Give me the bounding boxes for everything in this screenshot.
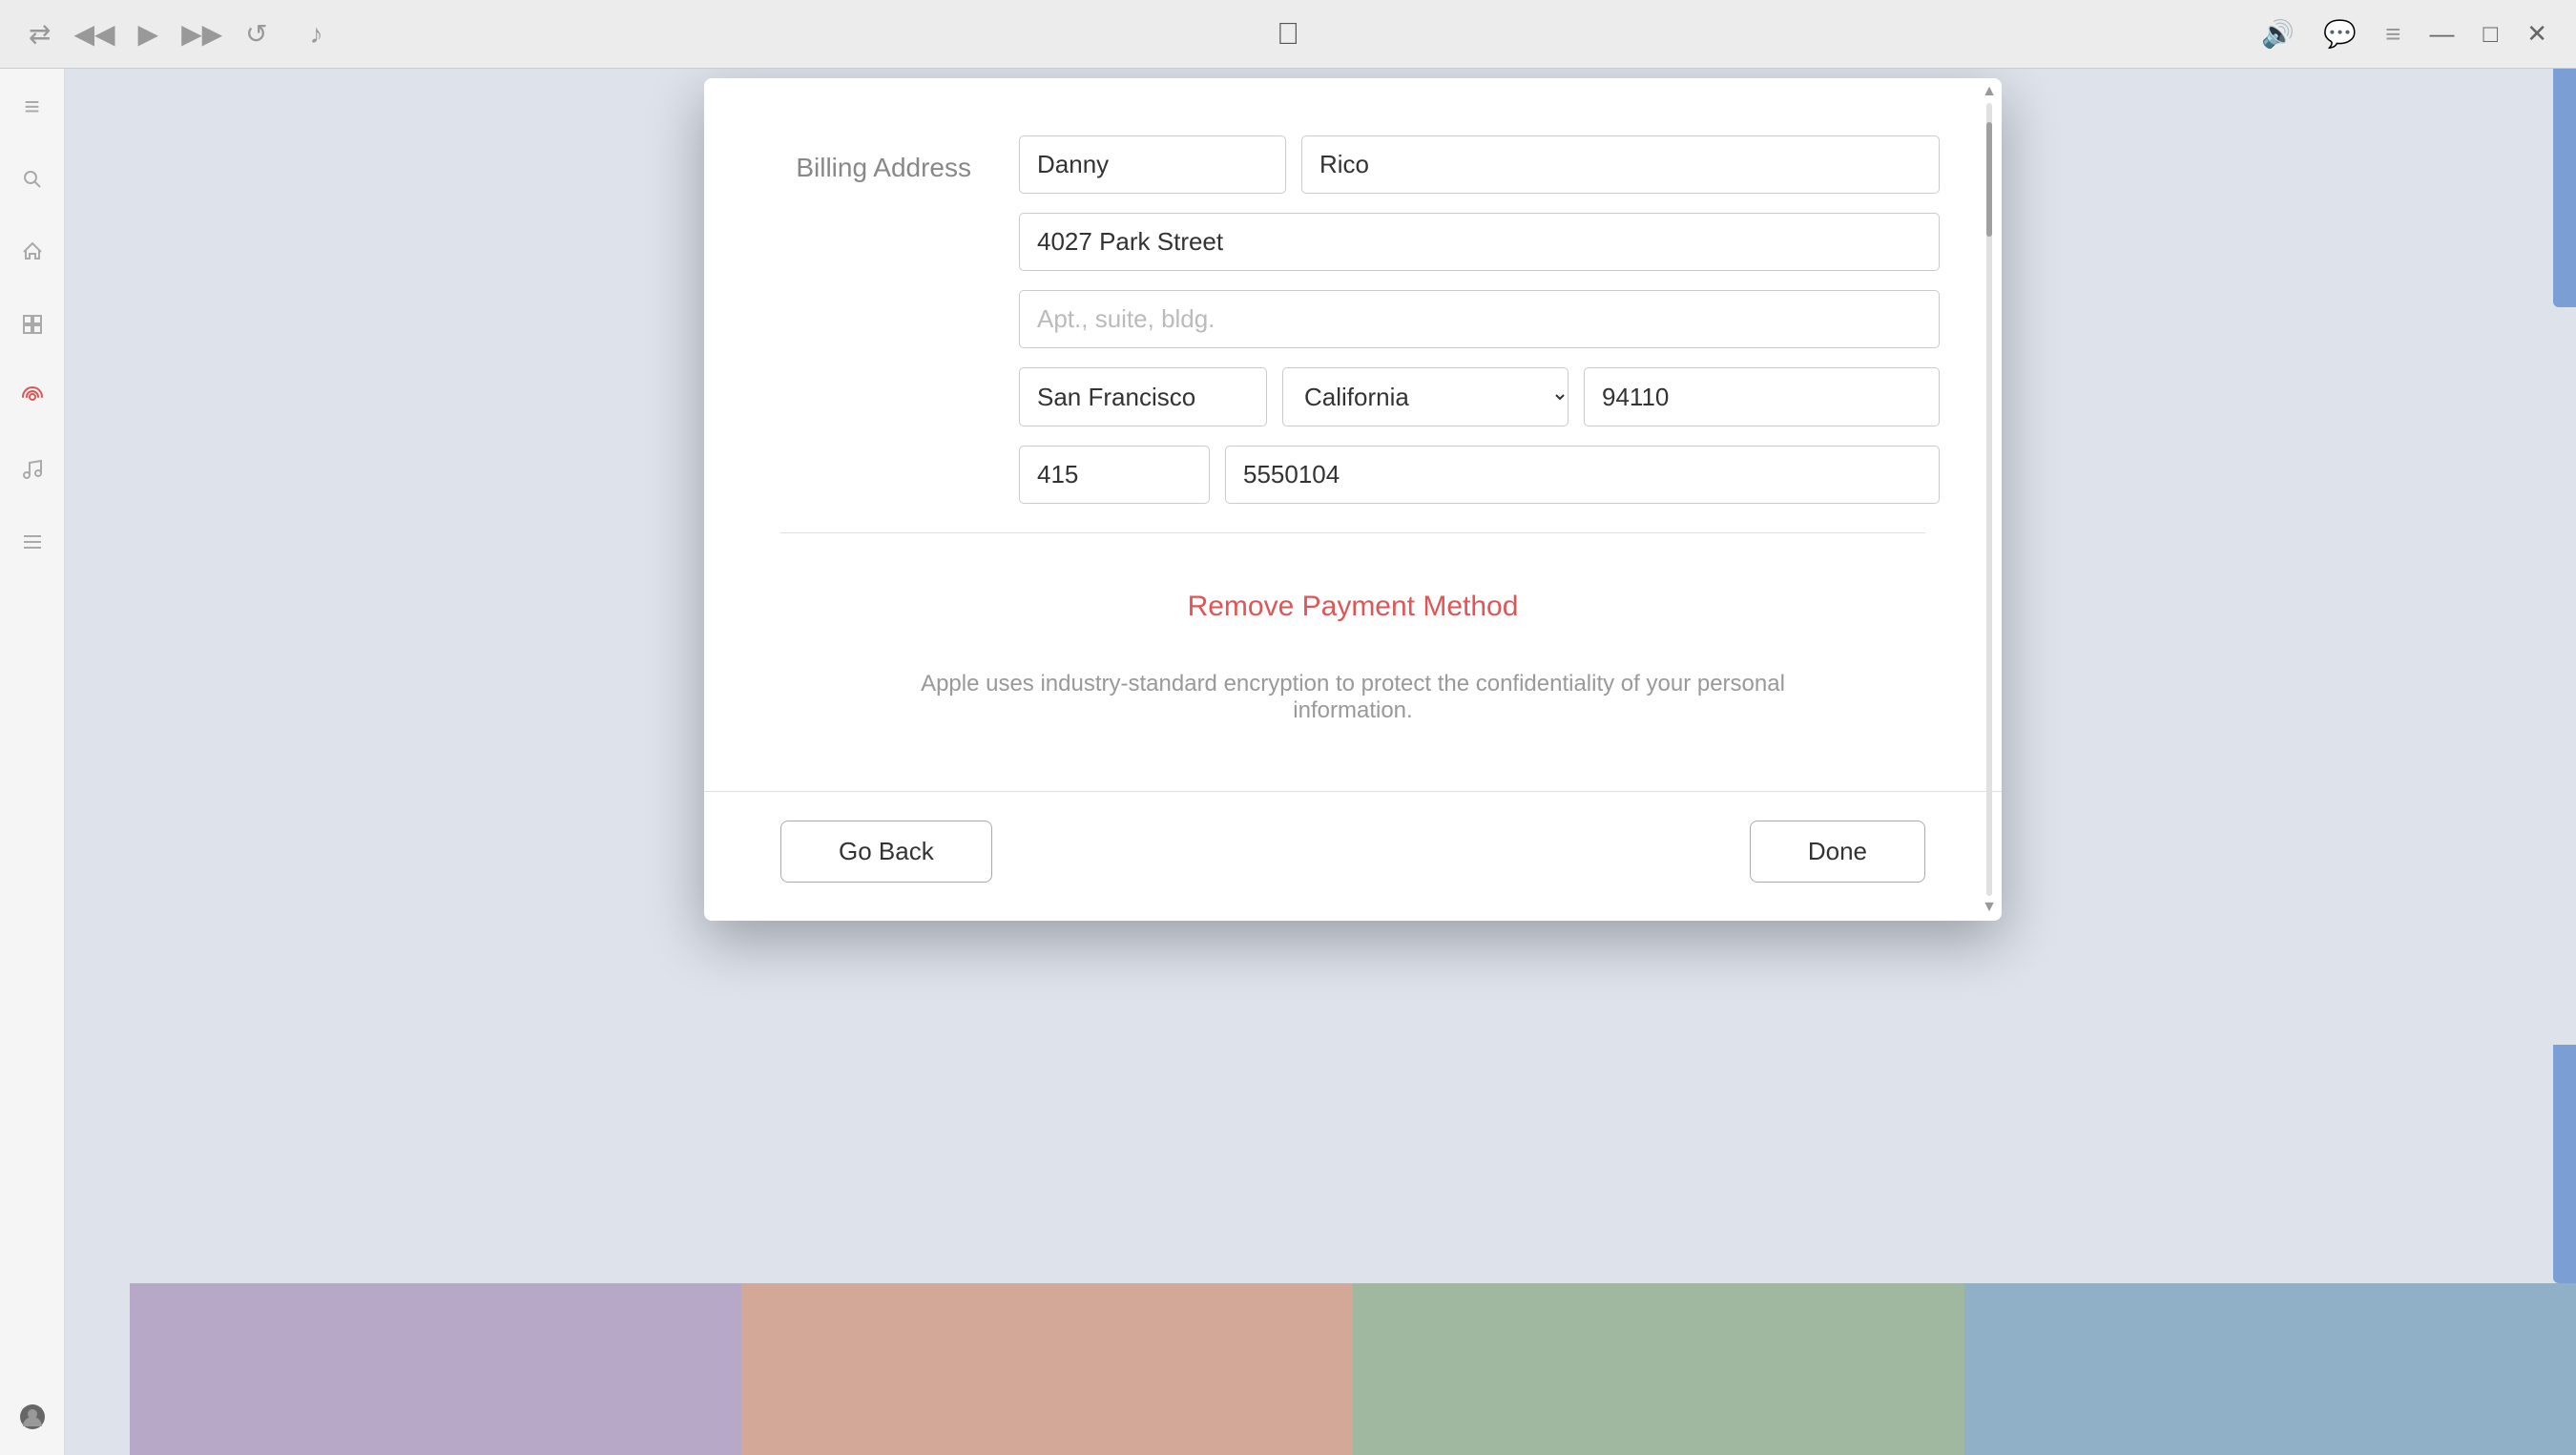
area-code-input[interactable] bbox=[1019, 446, 1210, 504]
sidebar-user-icon[interactable] bbox=[13, 1398, 52, 1436]
queue-icon[interactable]: ≡ bbox=[2385, 19, 2400, 50]
title-bar-right: 🔊 💬 ≡ — □ ✕ bbox=[2261, 18, 2547, 50]
sidebar-menu-icon[interactable]: ≡ bbox=[13, 88, 52, 126]
apple-logo-icon:  bbox=[1277, 16, 1299, 52]
main-area: ≡ bbox=[0, 69, 2576, 1455]
remove-payment-section: Remove Payment Method bbox=[780, 562, 1925, 642]
app-window: ⇄ ◀◀ ▶ ▶▶ ↺ ♪  🔊 💬 ≡ — □ ✕ ≡ bbox=[0, 0, 2576, 1455]
city-state-zip-row: Alabama Alaska Arizona Arkansas Californ… bbox=[1019, 367, 1940, 426]
billing-address-section: Billing Address bbox=[780, 135, 1925, 504]
city-input[interactable] bbox=[1019, 367, 1267, 426]
sidebar-radio-icon[interactable] bbox=[13, 378, 52, 416]
music-note-icon: ♪ bbox=[310, 19, 323, 50]
maximize-button[interactable]: □ bbox=[2483, 19, 2498, 49]
minimize-button[interactable]: — bbox=[2429, 19, 2454, 49]
scroll-down-arrow[interactable]: ▼ bbox=[1982, 900, 1997, 915]
phone-row bbox=[1019, 446, 1940, 504]
state-select[interactable]: Alabama Alaska Arizona Arkansas Californ… bbox=[1282, 367, 1568, 426]
billing-address-label: Billing Address bbox=[780, 135, 971, 504]
lyrics-icon[interactable]: 💬 bbox=[2323, 18, 2357, 50]
address1-row bbox=[1019, 213, 1940, 271]
sidebar-home-icon[interactable] bbox=[13, 233, 52, 271]
scroll-up-arrow[interactable]: ▲ bbox=[1982, 84, 1997, 99]
remove-payment-link[interactable]: Remove Payment Method bbox=[1188, 591, 1519, 622]
play-icon[interactable]: ▶ bbox=[138, 18, 159, 50]
volume-icon[interactable]: 🔊 bbox=[2261, 18, 2295, 50]
sidebar: ≡ bbox=[0, 69, 65, 1455]
scroll-track[interactable] bbox=[1986, 103, 1992, 896]
section-divider bbox=[780, 532, 1925, 533]
first-name-input[interactable] bbox=[1019, 135, 1286, 194]
fastforward-icon[interactable]: ▶▶ bbox=[181, 18, 222, 50]
address2-input[interactable] bbox=[1019, 290, 1940, 348]
encryption-notice: Apple uses industry-standard encryption … bbox=[780, 671, 1925, 724]
modal-content: Billing Address bbox=[704, 78, 2002, 762]
address2-row bbox=[1019, 290, 1940, 348]
modal-dialog: ▲ ▼ Billing Address bbox=[704, 78, 2002, 921]
done-button[interactable]: Done bbox=[1750, 821, 1925, 883]
phone-number-input[interactable] bbox=[1225, 446, 1940, 504]
scroll-thumb bbox=[1986, 122, 1992, 237]
sidebar-store-icon[interactable] bbox=[13, 450, 52, 488]
go-back-button[interactable]: Go Back bbox=[780, 821, 992, 883]
rewind-icon[interactable]: ◀◀ bbox=[73, 18, 114, 50]
shuffle-icon[interactable]: ⇄ bbox=[29, 18, 51, 50]
zip-input[interactable] bbox=[1584, 367, 1940, 426]
content-area: ▲ ▼ Billing Address bbox=[65, 69, 2576, 1455]
sidebar-search-icon[interactable] bbox=[13, 160, 52, 198]
playback-controls: ⇄ ◀◀ ▶ ▶▶ ↺ ♪ bbox=[29, 18, 323, 50]
close-button[interactable]: ✕ bbox=[2526, 19, 2547, 49]
sidebar-playlist-icon[interactable] bbox=[13, 523, 52, 561]
modal-overlay: ▲ ▼ Billing Address bbox=[130, 69, 2576, 1455]
modal-scrollbar: ▲ ▼ bbox=[1984, 78, 1994, 921]
repeat-icon[interactable]: ↺ bbox=[245, 18, 267, 50]
sidebar-grid-icon[interactable] bbox=[13, 305, 52, 343]
last-name-input[interactable] bbox=[1301, 135, 1940, 194]
title-bar: ⇄ ◀◀ ▶ ▶▶ ↺ ♪  🔊 💬 ≡ — □ ✕ bbox=[0, 0, 2576, 69]
billing-fields: Alabama Alaska Arizona Arkansas Californ… bbox=[1019, 135, 1940, 504]
name-row bbox=[1019, 135, 1940, 194]
modal-footer: Go Back Done bbox=[704, 792, 2002, 921]
address1-input[interactable] bbox=[1019, 213, 1940, 271]
